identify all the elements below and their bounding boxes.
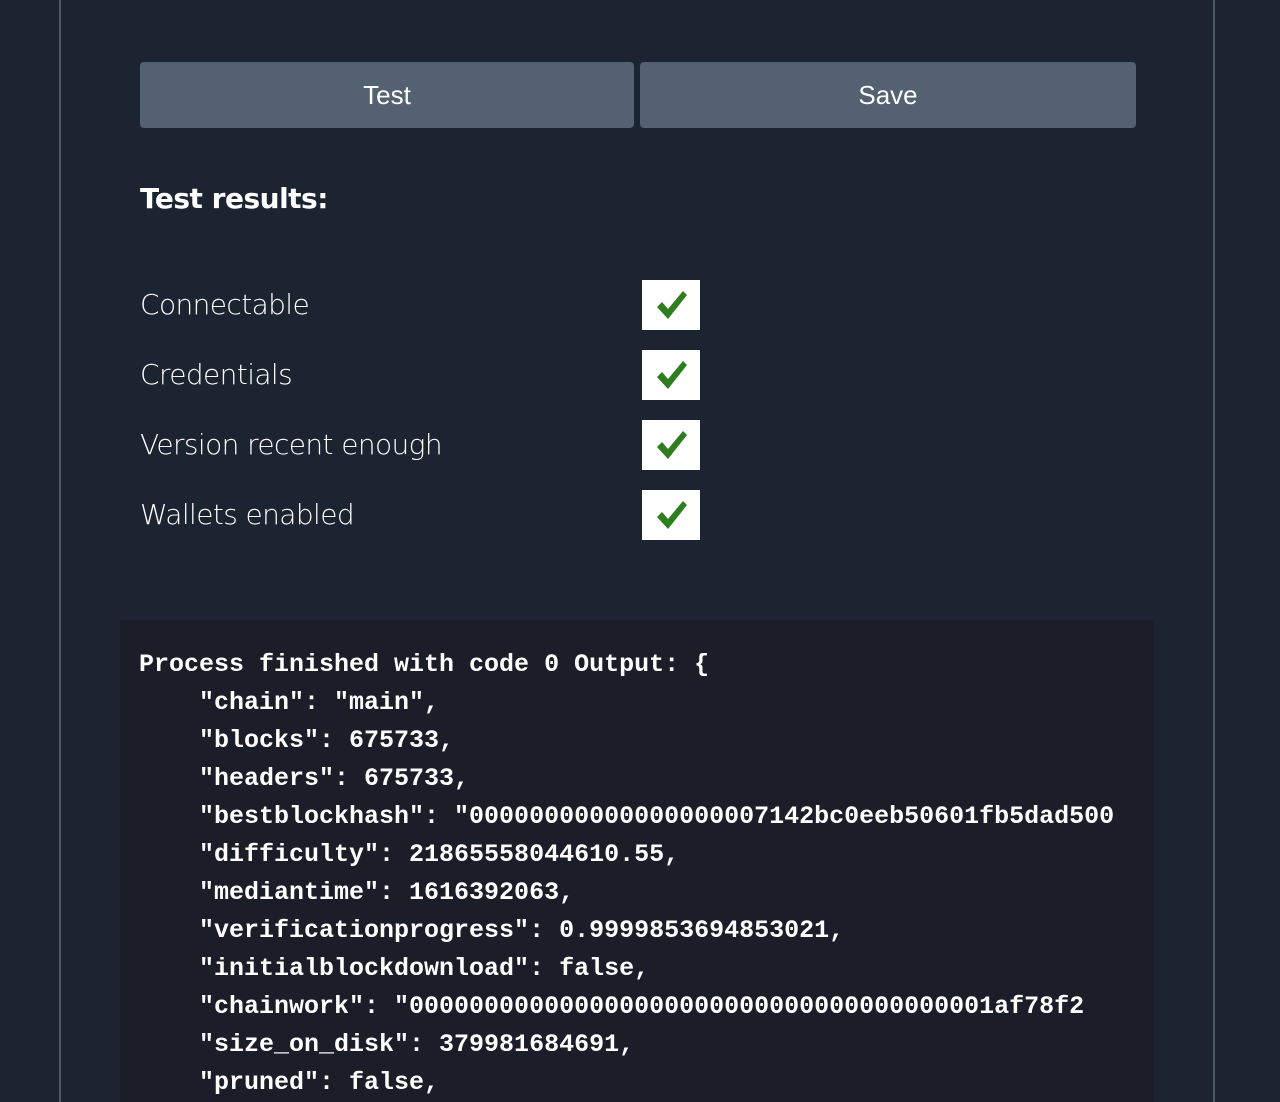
result-label: Connectable [140, 288, 310, 321]
result-row-connectable: Connectable [140, 280, 700, 330]
test-button[interactable]: Test [140, 62, 634, 128]
checkmark-icon [642, 350, 700, 400]
result-row-credentials: Credentials [140, 350, 700, 400]
checkmark-icon [642, 420, 700, 470]
result-label: Version recent enough [140, 428, 443, 461]
result-row-version: Version recent enough [140, 420, 700, 470]
save-button[interactable]: Save [640, 62, 1136, 128]
test-results-heading: Test results: [140, 182, 328, 215]
result-row-wallets: Wallets enabled [140, 490, 700, 540]
result-label: Wallets enabled [140, 498, 355, 531]
checkmark-icon [642, 490, 700, 540]
result-label: Credentials [140, 358, 293, 391]
output-text: Process finished with code 0 Output: { "… [139, 650, 1115, 1097]
checkmark-icon [642, 280, 700, 330]
process-output[interactable]: Process finished with code 0 Output: { "… [120, 620, 1154, 1102]
